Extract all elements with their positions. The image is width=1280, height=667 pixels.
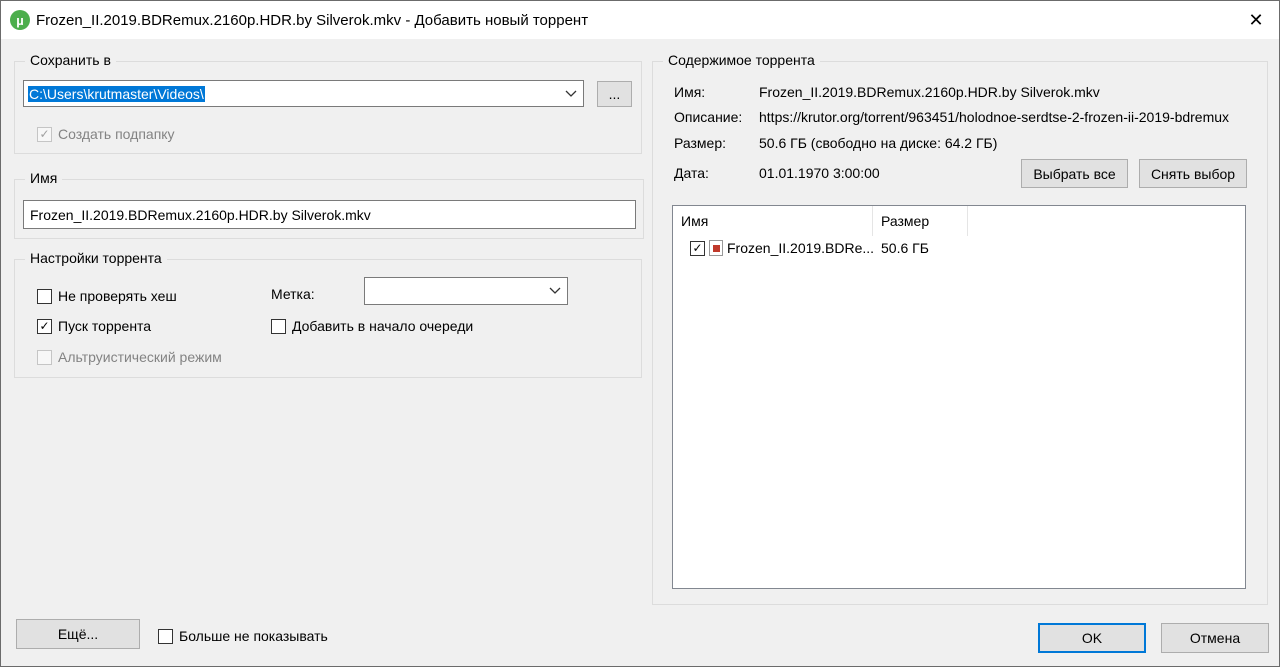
deselect-all-label: Снять выбор — [1150, 165, 1236, 182]
queue-top-label: Добавить в начало очереди — [292, 318, 474, 334]
close-icon: ✕ — [1248, 9, 1264, 30]
more-button[interactable]: Ещё... — [16, 619, 140, 649]
queue-top-checkbox[interactable] — [271, 318, 286, 334]
file-checkbox[interactable]: ✓ — [690, 240, 705, 256]
skip-hash-checkbox[interactable] — [37, 288, 52, 304]
start-torrent-checkbox[interactable]: ✓ — [37, 318, 52, 334]
torrent-contents-label: Содержимое торрента — [663, 52, 820, 68]
file-list-header: Имя Размер — [673, 206, 1245, 236]
chevron-down-icon[interactable] — [559, 90, 583, 98]
torrent-name-value: Frozen_II.2019.BDRemux.2160p.HDR.by Silv… — [30, 206, 371, 223]
column-header-name[interactable]: Имя — [673, 206, 873, 236]
column-header-size[interactable]: Размер — [873, 206, 968, 236]
save-path-combo[interactable]: C:\Users\krutmaster\Videos\ — [23, 80, 584, 107]
start-torrent-label: Пуск торрента — [58, 318, 152, 334]
contents-name-key: Имя: — [674, 84, 706, 100]
label-field-label: Метка: — [271, 286, 315, 302]
save-to-label: Сохранить в — [25, 52, 116, 68]
torrent-settings-label: Настройки торрента — [25, 250, 167, 266]
altruistic-label: Альтруистический режим — [58, 349, 222, 365]
skip-hash-option[interactable]: Не проверять хеш — [37, 288, 177, 304]
file-list[interactable]: Имя Размер ✓ Frozen_II.2019.BDRe... 50.6… — [672, 205, 1246, 589]
altruistic-checkbox — [37, 349, 52, 365]
contents-name-value: Frozen_II.2019.BDRemux.2160p.HDR.by Silv… — [759, 84, 1100, 100]
dont-show-option[interactable]: Больше не показывать — [158, 628, 328, 644]
column-name-label: Имя — [681, 213, 709, 229]
window-title: Frozen_II.2019.BDRemux.2160p.HDR.by Silv… — [36, 11, 589, 29]
file-size: 50.6 ГБ — [881, 240, 929, 256]
chevron-down-icon[interactable] — [543, 287, 567, 295]
create-subfolder-checkbox[interactable]: ✓ — [37, 126, 52, 142]
dont-show-label: Больше не показывать — [179, 628, 328, 644]
title-bar[interactable]: µ Frozen_II.2019.BDRemux.2160p.HDR.by Si… — [1, 1, 1279, 39]
queue-top-option[interactable]: Добавить в начало очереди — [271, 318, 473, 334]
add-torrent-dialog: µ Frozen_II.2019.BDRemux.2160p.HDR.by Si… — [0, 0, 1280, 667]
cancel-button-label: Отмена — [1189, 630, 1241, 646]
contents-size-key: Размер: — [674, 135, 727, 151]
create-subfolder-option[interactable]: ✓ Создать подпапку — [37, 126, 175, 142]
altruistic-option: Альтруистический режим — [37, 349, 222, 365]
contents-desc-value[interactable]: https://krutor.org/torrent/963451/holodn… — [759, 109, 1229, 125]
close-button[interactable]: ✕ — [1233, 1, 1279, 39]
contents-size-value: 50.6 ГБ (свободно на диске: 64.2 ГБ) — [759, 135, 998, 151]
contents-date-row: Дата: 01.01.1970 3:00:00 — [674, 165, 880, 181]
contents-desc-row: Описание: https://krutor.org/torrent/963… — [674, 109, 1251, 125]
contents-size-row: Размер: 50.6 ГБ (свободно на диске: 64.2… — [674, 135, 997, 151]
start-torrent-option[interactable]: ✓ Пуск торрента — [37, 318, 151, 334]
select-all-button[interactable]: Выбрать все — [1021, 159, 1128, 188]
column-size-label: Размер — [881, 213, 930, 229]
cancel-button[interactable]: Отмена — [1161, 623, 1269, 653]
name-group-label: Имя — [25, 170, 63, 186]
table-row[interactable]: ✓ Frozen_II.2019.BDRe... 50.6 ГБ — [690, 240, 929, 256]
more-button-label: Ещё... — [57, 626, 99, 642]
skip-hash-label: Не проверять хеш — [58, 288, 177, 304]
contents-date-value: 01.01.1970 3:00:00 — [759, 165, 880, 181]
browse-button[interactable]: ... — [597, 81, 632, 107]
torrent-name-input[interactable]: Frozen_II.2019.BDRemux.2160p.HDR.by Silv… — [23, 200, 636, 229]
check-icon: ✓ — [39, 319, 50, 333]
contents-desc-key: Описание: — [674, 109, 743, 125]
deselect-all-button[interactable]: Снять выбор — [1139, 159, 1247, 188]
select-all-label: Выбрать все — [1033, 165, 1116, 182]
check-icon: ✓ — [692, 241, 703, 255]
ok-button-label: OK — [1081, 630, 1103, 646]
contents-date-key: Дата: — [674, 165, 709, 181]
contents-name-row: Имя: Frozen_II.2019.BDRemux.2160p.HDR.by… — [674, 84, 1100, 100]
check-icon: ✓ — [39, 127, 50, 141]
video-file-icon — [709, 240, 723, 256]
utorrent-logo-icon: µ — [10, 10, 30, 30]
create-subfolder-label: Создать подпапку — [58, 126, 175, 142]
browse-button-label: ... — [608, 86, 621, 102]
ok-button[interactable]: OK — [1038, 623, 1146, 653]
save-path-input[interactable]: C:\Users\krutmaster\Videos\ — [28, 85, 205, 102]
dont-show-checkbox[interactable] — [158, 628, 173, 644]
file-name: Frozen_II.2019.BDRe... — [727, 240, 875, 256]
label-combo[interactable] — [364, 277, 568, 305]
